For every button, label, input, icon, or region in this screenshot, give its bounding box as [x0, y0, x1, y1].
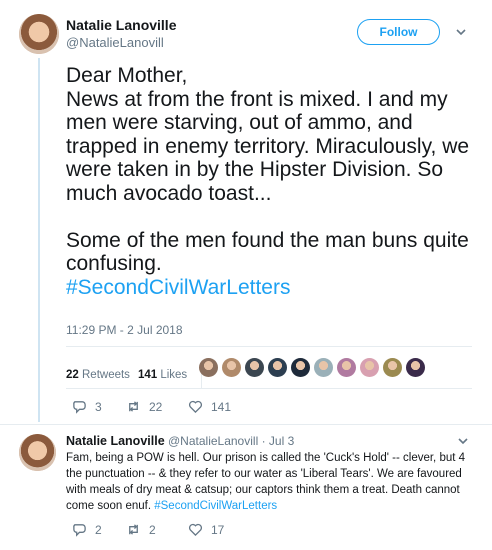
likes-stat[interactable]: 141 Likes [138, 369, 187, 381]
liker-avatar[interactable] [199, 358, 218, 377]
retweet-button[interactable]: 22 [126, 399, 188, 414]
likers-avatars[interactable] [199, 358, 425, 377]
liker-avatar[interactable] [383, 358, 402, 377]
author-handle[interactable]: @NatalieLanovill [66, 35, 164, 50]
liker-avatar[interactable] [291, 358, 310, 377]
author-handle[interactable]: @NatalieLanovill [168, 434, 258, 448]
liker-avatar[interactable] [360, 358, 379, 377]
tweet-paragraph: Dear Mother, News at from the front is m… [66, 64, 470, 205]
author-name[interactable]: Natalie Lanoville [66, 17, 176, 33]
heart-icon [189, 523, 202, 537]
reply-actions: 2 2 17 [72, 522, 224, 537]
liker-avatar[interactable] [406, 358, 425, 377]
chevron-down-icon[interactable] [457, 434, 469, 450]
thread-connector-line [38, 58, 40, 422]
author-name[interactable]: Natalie Lanoville [66, 434, 165, 448]
tweet-actions: 3 22 141 [72, 399, 231, 414]
divider [66, 346, 472, 347]
heart-icon [189, 400, 202, 414]
reply-header: Natalie Lanoville @NatalieLanovill · Jul… [66, 434, 294, 448]
reply-date[interactable]: · Jul 3 [262, 434, 295, 448]
retweets-stat[interactable]: 22 Retweets [66, 369, 130, 381]
tweet-text: Dear Mother, News at from the front is m… [66, 64, 486, 299]
liker-avatar[interactable] [222, 358, 241, 377]
tweet-timestamp[interactable]: 11:29 PM - 2 Jul 2018 [66, 323, 183, 337]
retweet-button[interactable]: 2 [126, 522, 188, 537]
reply-button[interactable]: 3 [72, 399, 126, 414]
tweet-paragraph: Some of the men found the man buns quite… [66, 228, 469, 276]
retweet-icon [129, 524, 138, 535]
follow-button[interactable]: Follow [357, 19, 440, 45]
retweet-icon [129, 401, 138, 412]
liker-avatar[interactable] [337, 358, 356, 377]
reply-text: Fam, being a POW is hell. Our prison is … [66, 452, 466, 512]
avatar[interactable] [19, 14, 59, 54]
like-button[interactable]: 17 [188, 522, 224, 537]
reply-icon [73, 401, 86, 414]
divider [66, 388, 472, 389]
liker-avatar[interactable] [268, 358, 287, 377]
divider [0, 424, 492, 425]
avatar[interactable] [19, 434, 56, 471]
chevron-down-icon[interactable] [455, 25, 467, 41]
hashtag-link[interactable]: #SecondCivilWarLetters [66, 276, 486, 300]
hashtag-link[interactable]: #SecondCivilWarLetters [154, 500, 277, 512]
liker-avatar[interactable] [314, 358, 333, 377]
reply-button[interactable]: 2 [72, 522, 126, 537]
tweet-stats: 22 Retweets 141 Likes [66, 362, 203, 388]
like-button[interactable]: 141 [188, 399, 231, 414]
reply-icon [73, 524, 86, 537]
liker-avatar[interactable] [245, 358, 264, 377]
